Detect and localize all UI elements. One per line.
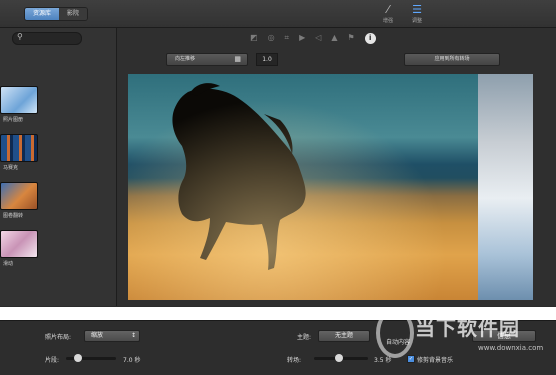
theme-label: 主题: bbox=[297, 334, 312, 341]
aspect-icon[interactable]: ◩ bbox=[250, 33, 258, 45]
transition-label-slide: 滑动 bbox=[3, 261, 14, 267]
clip-slider-knob[interactable] bbox=[74, 354, 82, 362]
clip-duration-slider[interactable] bbox=[66, 354, 116, 362]
enhance-label: 增强 bbox=[382, 18, 393, 24]
watermark-emblem bbox=[376, 308, 414, 358]
transition-thumb-album[interactable] bbox=[0, 86, 38, 114]
transition-thumb-slide[interactable] bbox=[0, 230, 38, 258]
app-window: 资源库 影院 ⁄ 增强 ☰ 调整 ⚲ 照片图册 马赛克 图卷翻转 滑动 ◩ ◎ … bbox=[0, 0, 556, 375]
layout-popup[interactable]: 缩放 ↕ bbox=[84, 330, 140, 342]
transition-duration-slider[interactable] bbox=[314, 354, 368, 362]
push-left-popup[interactable]: 向左推移 ▦ bbox=[166, 53, 248, 66]
transition-thumb-flip[interactable] bbox=[0, 182, 38, 210]
watermark-logo: 当下软件园 www.downxia.com bbox=[370, 306, 556, 366]
library-theater-switch[interactable]: 资源库 影院 bbox=[24, 7, 89, 21]
segment-library[interactable]: 资源库 bbox=[25, 8, 60, 20]
apply-to-all-button[interactable]: 应用到所有转场 bbox=[404, 53, 500, 66]
transition-thumb-mosaic[interactable] bbox=[0, 134, 38, 162]
clip-label: 片段: bbox=[45, 357, 60, 364]
preview-photo bbox=[128, 74, 478, 300]
adjust-label: 调整 bbox=[411, 18, 422, 24]
chevron-updown-icon: ↕ bbox=[130, 332, 136, 339]
watermark-name: 当下软件园 bbox=[415, 316, 520, 340]
layout-label: 照片布局: bbox=[45, 334, 72, 341]
flag-icon[interactable]: ⚑ bbox=[348, 33, 355, 45]
search-icon: ⚲ bbox=[17, 32, 23, 41]
transition-label: 转场: bbox=[287, 357, 302, 364]
viewer-toolbar: ◩ ◎ ⌗ ▶ ◁ ▲ ⚑ i bbox=[250, 33, 376, 45]
enhance-button[interactable]: ⁄ 增强 bbox=[377, 3, 399, 24]
watermark-url: www.downxia.com bbox=[478, 344, 544, 352]
volume-icon[interactable]: ◁ bbox=[315, 33, 321, 45]
adjust-button[interactable]: ☰ 调整 bbox=[406, 3, 428, 24]
transition-library-panel: ⚲ 照片图册 马赛克 图卷翻转 滑动 bbox=[0, 28, 117, 306]
color-icon[interactable]: ◎ bbox=[268, 33, 275, 45]
layout-value: 缩放 bbox=[91, 332, 104, 339]
clip-value: 7.0 秒 bbox=[123, 357, 141, 364]
push-left-label: 向左推移 bbox=[175, 56, 196, 62]
next-photo-preview bbox=[478, 74, 533, 300]
transition-label-album: 照片图册 bbox=[3, 117, 24, 123]
theme-popup[interactable]: 无主题 bbox=[318, 330, 370, 342]
adjust-sliders-icon: ☰ bbox=[412, 3, 422, 16]
transition-label-mosaic: 马赛克 bbox=[3, 165, 19, 171]
magic-wand-icon: ⁄ bbox=[387, 3, 389, 16]
duration-field[interactable]: 1.0 bbox=[256, 53, 278, 66]
video-icon[interactable]: ▶ bbox=[299, 33, 305, 45]
transition-slider-knob[interactable] bbox=[335, 354, 343, 362]
grid-icon: ▦ bbox=[234, 55, 241, 63]
info-icon[interactable]: i bbox=[364, 33, 376, 44]
crop-icon[interactable]: ⌗ bbox=[285, 33, 290, 45]
search-field[interactable]: ⚲ bbox=[12, 32, 82, 45]
top-toolbar: 资源库 影院 ⁄ 增强 ☰ 调整 bbox=[0, 0, 556, 28]
sunlight-glare bbox=[128, 74, 478, 300]
segment-theater[interactable]: 影院 bbox=[59, 8, 88, 20]
transition-label-flip: 图卷翻转 bbox=[3, 213, 24, 219]
audio-icon[interactable]: ▲ bbox=[331, 33, 337, 45]
